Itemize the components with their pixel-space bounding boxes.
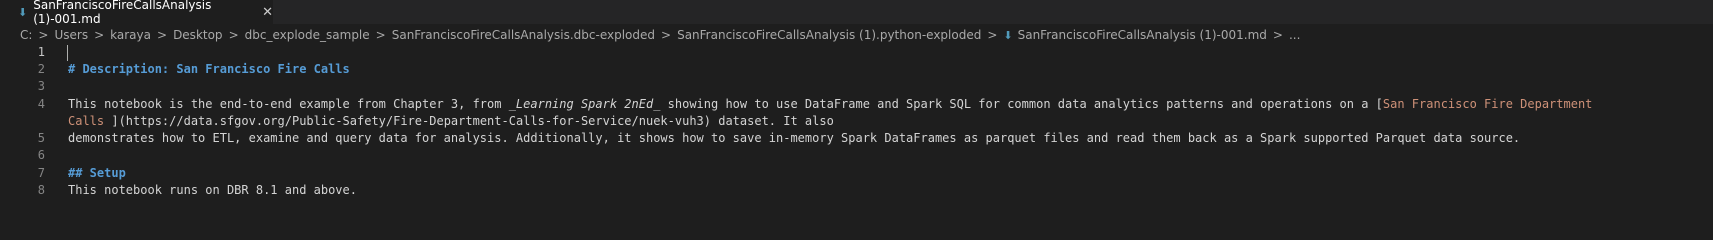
- text-cursor: [67, 45, 68, 61]
- editor-line[interactable]: 2 # Description: San Francisco Fire Call…: [0, 61, 1713, 78]
- text-segment: This notebook is the end-to-end example …: [68, 97, 509, 111]
- editor-line[interactable]: 8 This notebook runs on DBR 8.1 and abov…: [0, 182, 1713, 199]
- chevron-right-icon: >: [157, 28, 168, 42]
- breadcrumb-item-dbc-explode-sample[interactable]: dbc_explode_sample: [245, 28, 370, 42]
- editor-line[interactable]: 5 demonstrates how to ETL, examine and q…: [0, 130, 1713, 147]
- chevron-right-icon: >: [228, 28, 239, 42]
- markdown-heading: # Description: San Francisco Fire Calls: [68, 62, 350, 76]
- link-text: San Francisco Fire Department: [1382, 97, 1593, 111]
- tab-active-file[interactable]: ⬇ SanFranciscoFireCallsAnalysis (1)-001.…: [0, 0, 273, 26]
- breadcrumb-item-python-exploded[interactable]: SanFranciscoFireCallsAnalysis (1).python…: [677, 28, 981, 42]
- editor-line[interactable]: 6: [0, 147, 1713, 164]
- editor-line[interactable]: 3: [0, 78, 1713, 95]
- code-editor[interactable]: 1 2 # Description: San Francisco Fire Ca…: [0, 44, 1713, 239]
- editor-line[interactable]: 7 ## Setup: [0, 165, 1713, 182]
- link-text: Calls: [68, 114, 112, 128]
- line-number: 1: [37, 45, 45, 59]
- breadcrumb-item-karaya[interactable]: karaya: [110, 28, 151, 42]
- code-text: This notebook runs on DBR 8.1 and above.: [68, 183, 357, 197]
- link-url: ](https://data.sfgov.org/Public-Safety/F…: [111, 114, 834, 128]
- code-text: demonstrates how to ETL, examine and que…: [68, 131, 1521, 145]
- line-number: 2: [37, 62, 45, 76]
- line-number: 3: [37, 79, 45, 93]
- breadcrumb-item-file[interactable]: SanFranciscoFireCallsAnalysis (1)-001.md: [1018, 28, 1267, 42]
- close-icon[interactable]: ✕: [262, 5, 273, 20]
- chevron-right-icon: >: [1272, 28, 1283, 42]
- chevron-right-icon: >: [38, 28, 49, 42]
- chevron-right-icon: >: [661, 28, 672, 42]
- markdown-heading: ## Setup: [68, 166, 126, 180]
- line-number: 7: [37, 166, 45, 180]
- editor-line[interactable]: 4 This notebook is the end-to-end exampl…: [0, 96, 1713, 113]
- code-text: This notebook is the end-to-end example …: [68, 96, 1592, 113]
- text-segment: showing how to use DataFrame and Spark S…: [660, 97, 1383, 111]
- line-number: 8: [37, 183, 45, 197]
- breadcrumb-item-users[interactable]: Users: [54, 28, 88, 42]
- markdown-file-icon: ⬇: [1003, 28, 1013, 42]
- editor-wrapped-line[interactable]: Calls ](https://data.sfgov.org/Public-Sa…: [0, 113, 1713, 130]
- line-number: 4: [37, 97, 45, 111]
- breadcrumb: C: > Users > karaya > Desktop > dbc_expl…: [0, 24, 1713, 46]
- breadcrumb-item-desktop[interactable]: Desktop: [173, 28, 223, 42]
- tab-bar: ⬇ SanFranciscoFireCallsAnalysis (1)-001.…: [0, 0, 1713, 26]
- editor-line[interactable]: 1: [0, 44, 1713, 61]
- chevron-right-icon: >: [987, 28, 998, 42]
- chevron-right-icon: >: [375, 28, 386, 42]
- chevron-right-icon: >: [94, 28, 105, 42]
- breadcrumb-item-more[interactable]: ...: [1289, 28, 1300, 42]
- italic-text: _Learning Spark 2nEd_: [508, 97, 661, 111]
- line-number: 6: [37, 148, 45, 162]
- code-text: Calls ](https://data.sfgov.org/Public-Sa…: [68, 113, 834, 130]
- breadcrumb-item-drive[interactable]: C:: [20, 28, 32, 42]
- markdown-file-icon: ⬇: [18, 5, 28, 19]
- breadcrumb-item-dbc-exploded[interactable]: SanFranciscoFireCallsAnalysis.dbc-explod…: [392, 28, 655, 42]
- line-number: 5: [37, 131, 45, 145]
- tab-label: SanFranciscoFireCallsAnalysis (1)-001.md: [33, 0, 212, 26]
